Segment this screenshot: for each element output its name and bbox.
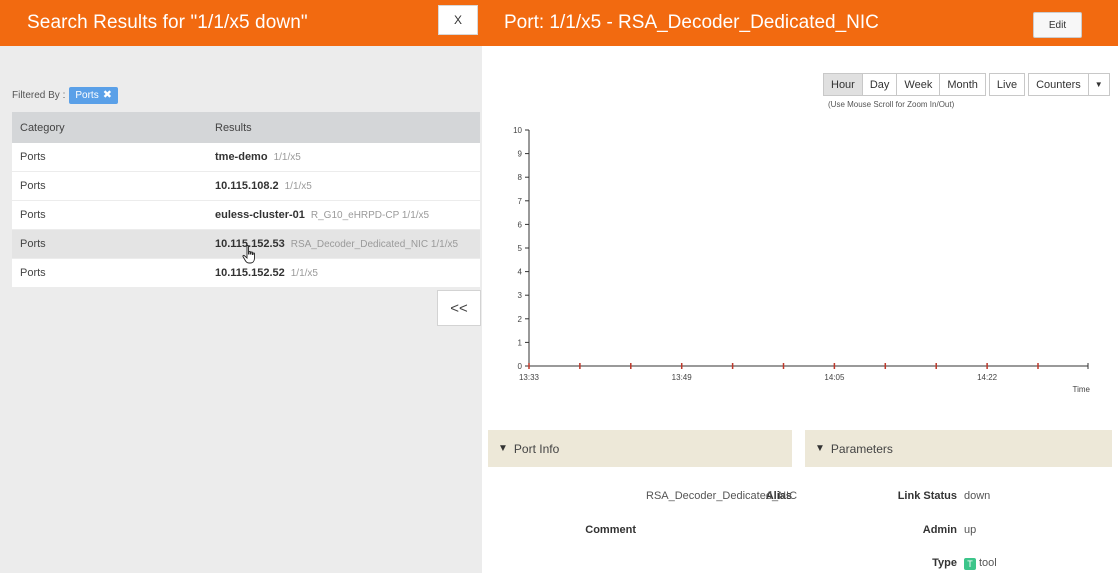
- y-tick-label: 5: [518, 244, 523, 253]
- collapse-panel-button[interactable]: <<: [437, 290, 481, 326]
- y-tick-label: 10: [513, 126, 522, 135]
- range-day-button[interactable]: Day: [861, 73, 898, 96]
- comment-label: Comment: [585, 524, 636, 536]
- tool-type-icon: T: [964, 558, 976, 570]
- port-detail-panel: Port: 1/1/x5 - RSA_Decoder_Dedicated_NIC…: [482, 0, 1118, 573]
- filter-chip-ports[interactable]: Ports ✖: [69, 87, 118, 104]
- y-tick-label: 9: [518, 150, 523, 159]
- alias-value: RSA_Decoder_Dedicated_NIC: [646, 490, 798, 502]
- range-month-button[interactable]: Month: [939, 73, 986, 96]
- table-row[interactable]: Ports euless-cluster-01 R_G10_eHRPD-CP 1/…: [12, 201, 480, 230]
- x-tick-label: 14:05: [824, 373, 845, 382]
- y-tick-label: 3: [518, 291, 523, 300]
- parameters-header[interactable]: ▼ Parameters: [805, 430, 1112, 467]
- column-header-category: Category: [20, 121, 65, 134]
- row-result-name: 10.115.108.2: [215, 180, 279, 192]
- port-title: Port: 1/1/x5 - RSA_Decoder_Dedicated_NIC: [504, 12, 879, 33]
- range-hour-button[interactable]: Hour: [823, 73, 863, 96]
- column-header-results: Results: [215, 121, 252, 134]
- search-results-panel: Search Results for "1/1/x5 down" X Filte…: [0, 0, 482, 573]
- x-tick-label: 14:22: [977, 373, 998, 382]
- search-results-title: Search Results for "1/1/x5 down": [27, 12, 308, 33]
- y-tick-label: 2: [518, 315, 523, 324]
- parameters-heading: Parameters: [830, 441, 893, 456]
- type-value: Ttool: [964, 557, 997, 570]
- row-result-name: tme-demo: [215, 151, 268, 163]
- row-result-detail: 1/1/x5: [284, 181, 312, 192]
- close-button[interactable]: X: [438, 5, 478, 35]
- row-result-name: 10.115.152.52: [215, 267, 285, 279]
- port-detail-header: Port: 1/1/x5 - RSA_Decoder_Dedicated_NIC…: [482, 0, 1118, 46]
- y-tick-label: 8: [518, 173, 523, 182]
- link-status-label: Link Status: [897, 490, 957, 502]
- range-week-button[interactable]: Week: [896, 73, 941, 96]
- y-tick-label: 6: [518, 220, 523, 229]
- filter-row: Filtered By : Ports ✖: [12, 87, 118, 104]
- type-value-text: tool: [979, 557, 997, 569]
- counters-dropdown-icon[interactable]: ▼: [1087, 73, 1110, 96]
- admin-label: Admin: [922, 524, 957, 536]
- traffic-chart: 0 1 2 3 4 5 6 7 8 9 10 13:33 13:49 14:05 14:22 Time: [513, 126, 1091, 394]
- row-result-detail: RSA_Decoder_Dedicated_NIC 1/1/x5: [290, 239, 459, 250]
- x-tick-label: 13:33: [519, 373, 540, 382]
- row-result-detail: 1/1/x5: [290, 268, 318, 279]
- table-row[interactable]: Ports 10.115.108.2 1/1/x5: [12, 172, 480, 201]
- row-category: Ports: [20, 180, 46, 192]
- filter-chip-label: Ports: [75, 90, 99, 101]
- row-category: Ports: [20, 267, 46, 279]
- port-info-heading: Port Info: [513, 441, 560, 456]
- edit-button[interactable]: Edit: [1033, 12, 1082, 38]
- y-tick-label: 7: [518, 197, 523, 206]
- time-range-selector: Hour Day Week Month Live Counters ▼: [823, 73, 1110, 96]
- counters-button[interactable]: Counters: [1028, 73, 1089, 96]
- y-tick-label: 0: [518, 362, 523, 371]
- row-result-detail: R_G10_eHRPD-CP 1/1/x5: [310, 210, 430, 221]
- row-category: Ports: [20, 209, 46, 221]
- search-results-header: Search Results for "1/1/x5 down" X: [0, 0, 482, 46]
- chevron-down-icon: ▼: [498, 443, 508, 454]
- x-axis-label: Time: [1073, 385, 1091, 394]
- y-tick-label: 4: [518, 268, 523, 277]
- row-result-name: euless-cluster-01: [215, 209, 305, 221]
- live-button[interactable]: Live: [988, 73, 1026, 96]
- chevron-down-icon: ▼: [815, 443, 825, 454]
- link-status-value: down: [964, 490, 991, 502]
- x-tick-label: 13:49: [672, 373, 693, 382]
- row-category: Ports: [20, 238, 46, 250]
- admin-value: up: [964, 524, 977, 536]
- type-label: Type: [932, 557, 957, 569]
- zoom-hint: (Use Mouse Scroll for Zoom In/Out): [828, 100, 955, 109]
- filter-label: Filtered By :: [12, 90, 66, 101]
- hand-cursor-icon: [242, 245, 255, 264]
- table-row[interactable]: Ports tme-demo 1/1/x5: [12, 143, 480, 172]
- row-result-detail: 1/1/x5: [273, 152, 301, 163]
- remove-filter-icon[interactable]: ✖: [103, 90, 112, 101]
- row-category: Ports: [20, 151, 46, 163]
- y-tick-label: 1: [518, 338, 523, 347]
- table-header: Category Results: [12, 112, 480, 143]
- port-info-header[interactable]: ▼ Port Info: [488, 430, 792, 467]
